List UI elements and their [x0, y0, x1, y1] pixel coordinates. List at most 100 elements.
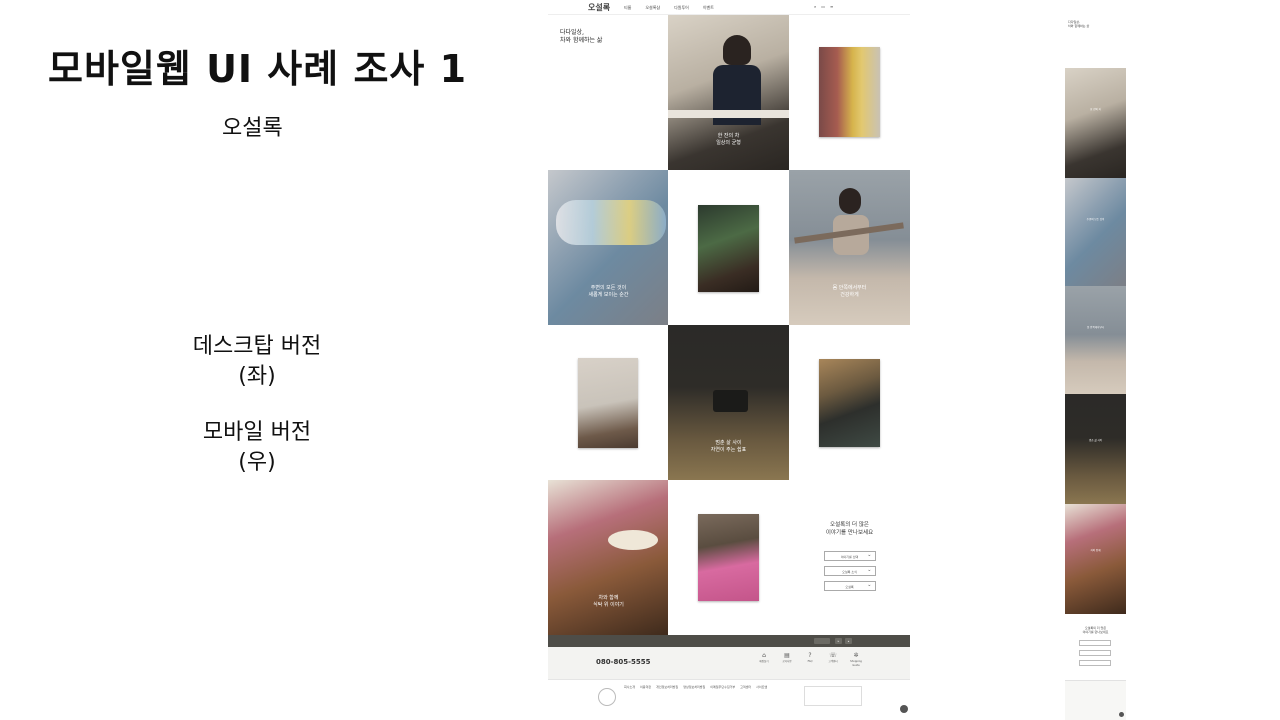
footer-icon-label: Shopping Guide: [850, 660, 862, 667]
quick-button[interactable]: [814, 638, 830, 644]
nav-item-tearoom[interactable]: 티룸: [624, 5, 631, 11]
chat-icon[interactable]: [900, 705, 908, 713]
desktop-header: 오설록 티룸 오설록샵 다원투어 이벤트 ⌕ ▭ ≡: [548, 0, 910, 15]
mobile-story-line2: 이야기를 만나보세요: [1082, 630, 1109, 634]
mobile-intro-line2: 차와 함께하는 삶: [1068, 24, 1090, 28]
nav-item-event[interactable]: 이벤트: [703, 5, 714, 11]
mobile-tile-dining[interactable]: 차와 함께: [1065, 504, 1126, 614]
footer-link[interactable]: 이메일무단수집거부: [710, 685, 735, 689]
mobile-select[interactable]: [1079, 650, 1111, 656]
store-icon[interactable]: ⌂ 매장찾기: [758, 652, 770, 668]
story-title-line1: 오설록의 더 많은: [830, 522, 869, 528]
desk-surface: [668, 110, 789, 118]
mobile-select[interactable]: [1079, 660, 1111, 666]
footer-link[interactable]: 사이트맵: [756, 685, 767, 689]
story-tile: 오설록의 더 많은 이야기를 만나보세요 이야기를 선택 오설록 소식 오설록: [789, 480, 910, 635]
intro-title-line2: 차와 함께하는 삶: [560, 37, 603, 44]
tile-camping[interactable]: 멈춘 삶 사이 자연이 주는 쉼표: [668, 325, 789, 480]
tile-cafe[interactable]: [668, 170, 789, 325]
mobile-version-label: 모바일 버전 (우): [127, 418, 387, 478]
mobile-tile-caption: 몸 안쪽에서부터: [1087, 326, 1104, 329]
footer-links: 회사소개 이용약관 개인정보처리방침 영상정보처리방침 이메일무단수집거부 고객…: [548, 679, 910, 720]
footer-icon-label: 공지사항: [782, 660, 792, 663]
tile-caption: 건강하게: [840, 292, 859, 298]
mobile-select[interactable]: [1079, 640, 1111, 646]
footer-link[interactable]: 회사소개: [624, 685, 635, 689]
tile-caption: 차와 함께: [598, 595, 619, 601]
nav-item-tour[interactable]: 다원투어: [674, 5, 689, 11]
story-select-2[interactable]: 오설록 소식: [823, 566, 876, 576]
tile-stretch[interactable]: 몸 안쪽에서부터 건강하게: [789, 170, 910, 325]
phone-number: 080-805-5555: [596, 658, 651, 666]
nav-item-shop[interactable]: 오설록샵: [645, 5, 660, 11]
tile-dining[interactable]: 차와 함께 식탁 위 이야기: [548, 480, 669, 635]
vehicle-shape: [713, 390, 748, 412]
footer-icon-label: 매장찾기: [759, 660, 769, 663]
tile-product[interactable]: [789, 15, 910, 170]
slide-title: 모바일웹 UI 사례 조사 1: [48, 47, 468, 91]
mobile-tile-caption: 주변의 모든 것이: [1086, 218, 1105, 221]
notice-icon[interactable]: ▤ 공지사항: [781, 652, 793, 668]
mobile-chat-icon[interactable]: [1119, 712, 1124, 717]
desktop-label-text: 데스크탑 버전: [192, 334, 322, 359]
intro-title-line1: 다다일상,: [560, 29, 584, 36]
story-select-1[interactable]: 이야기를 선택: [823, 551, 876, 561]
header-utilities: ⌕ ▭ ≡: [814, 4, 833, 9]
mobile-label-paren: (우): [238, 450, 276, 475]
desktop-label-paren: (좌): [238, 364, 276, 389]
tile-sneaker-tie[interactable]: [548, 325, 669, 480]
brand-logo[interactable]: 오설록: [588, 2, 610, 13]
tile-outdoor[interactable]: [789, 325, 910, 480]
search-icon[interactable]: ⌕: [814, 4, 816, 9]
plate-shape: [608, 530, 658, 550]
footer-link[interactable]: 고객센터: [740, 685, 751, 689]
certification-box: [804, 686, 862, 706]
mobile-tile-shoes[interactable]: 주변의 모든 것이: [1065, 178, 1126, 286]
footer-link[interactable]: 이용약관: [640, 685, 651, 689]
footer-icon-label: FAQ: [807, 660, 813, 663]
mobile-tile-camping[interactable]: 멈춘 삶 사이: [1065, 394, 1126, 504]
footer-link[interactable]: 개인정보처리방침: [656, 685, 678, 689]
tile-caption: 한 잔의 차: [717, 133, 740, 139]
slide-subtitle: 오설록: [222, 116, 283, 141]
tile-caption: 새롭게 보이는 순간: [588, 292, 629, 298]
guide-icon[interactable]: ✲ Shopping Guide: [850, 652, 862, 668]
tile-shoes[interactable]: 주변의 모든 것이 새롭게 보이는 순간: [548, 170, 669, 325]
portrait-image: [698, 514, 759, 601]
top-icon[interactable]: ▴: [845, 638, 852, 644]
service-icon[interactable]: ☏ 고객센터: [827, 652, 839, 668]
footer-icon-row: ⌂ 매장찾기 ▤ 공지사항 ? FAQ ☏ 고객센터 ✲ Shopping Guide: [758, 652, 862, 668]
menu-icon[interactable]: ≡: [830, 4, 833, 9]
footer-icon-label: 고객센터: [828, 660, 838, 663]
mobile-tile-caption: 한 잔의 차: [1090, 108, 1101, 111]
mobile-tile-caption: 차와 함께: [1090, 549, 1101, 552]
product-image: [819, 47, 880, 137]
mobile-tile-stretch[interactable]: 몸 안쪽에서부터: [1065, 286, 1126, 394]
tile-portrait[interactable]: [668, 480, 789, 635]
tile-caption: 자연이 주는 쉼표: [710, 447, 747, 453]
tile-caption: 주변의 모든 것이: [590, 285, 627, 291]
intro-tile: 다다일상, 차와 함께하는 삶: [548, 15, 669, 170]
mobile-label-text: 모바일 버전: [202, 420, 312, 445]
sneakers-shape: [556, 200, 666, 245]
story-title-line2: 이야기를 만나보세요: [825, 530, 874, 536]
mobile-tile-tea-work[interactable]: 한 잔의 차: [1065, 68, 1126, 178]
tile-tea-work[interactable]: 한 잔의 차 일상의 균형: [668, 15, 789, 170]
tile-caption: 몸 안쪽에서부터: [832, 285, 867, 291]
footer-link[interactable]: 영상정보처리방침: [683, 685, 705, 689]
faq-icon[interactable]: ? FAQ: [804, 652, 816, 668]
footer-link-row: 회사소개 이용약관 개인정보처리방침 영상정보처리방침 이메일무단수집거부 고객…: [624, 685, 767, 689]
cafe-image: [698, 205, 759, 292]
outdoor-image: [819, 359, 880, 447]
person-head: [723, 35, 751, 65]
story-select-3[interactable]: 오설록: [823, 581, 876, 591]
desktop-screenshot: 오설록 티룸 오설록샵 다원투어 이벤트 ⌕ ▭ ≡ 다다일상, 차와 함께하는…: [548, 0, 910, 720]
sneaker-tie-image: [578, 358, 638, 448]
tile-caption: 멈춘 삶 사이: [715, 440, 742, 446]
main-nav: 티룸 오설록샵 다원투어 이벤트: [624, 5, 714, 11]
play-icon[interactable]: ▸: [835, 638, 842, 644]
footer-logo-icon: [598, 688, 616, 706]
cart-icon[interactable]: ▭: [821, 4, 825, 9]
mobile-footer: [1065, 680, 1126, 720]
footer-info: 080-805-5555 ⌂ 매장찾기 ▤ 공지사항 ? FAQ ☏ 고객센터 ✲ Sho…: [548, 647, 910, 679]
